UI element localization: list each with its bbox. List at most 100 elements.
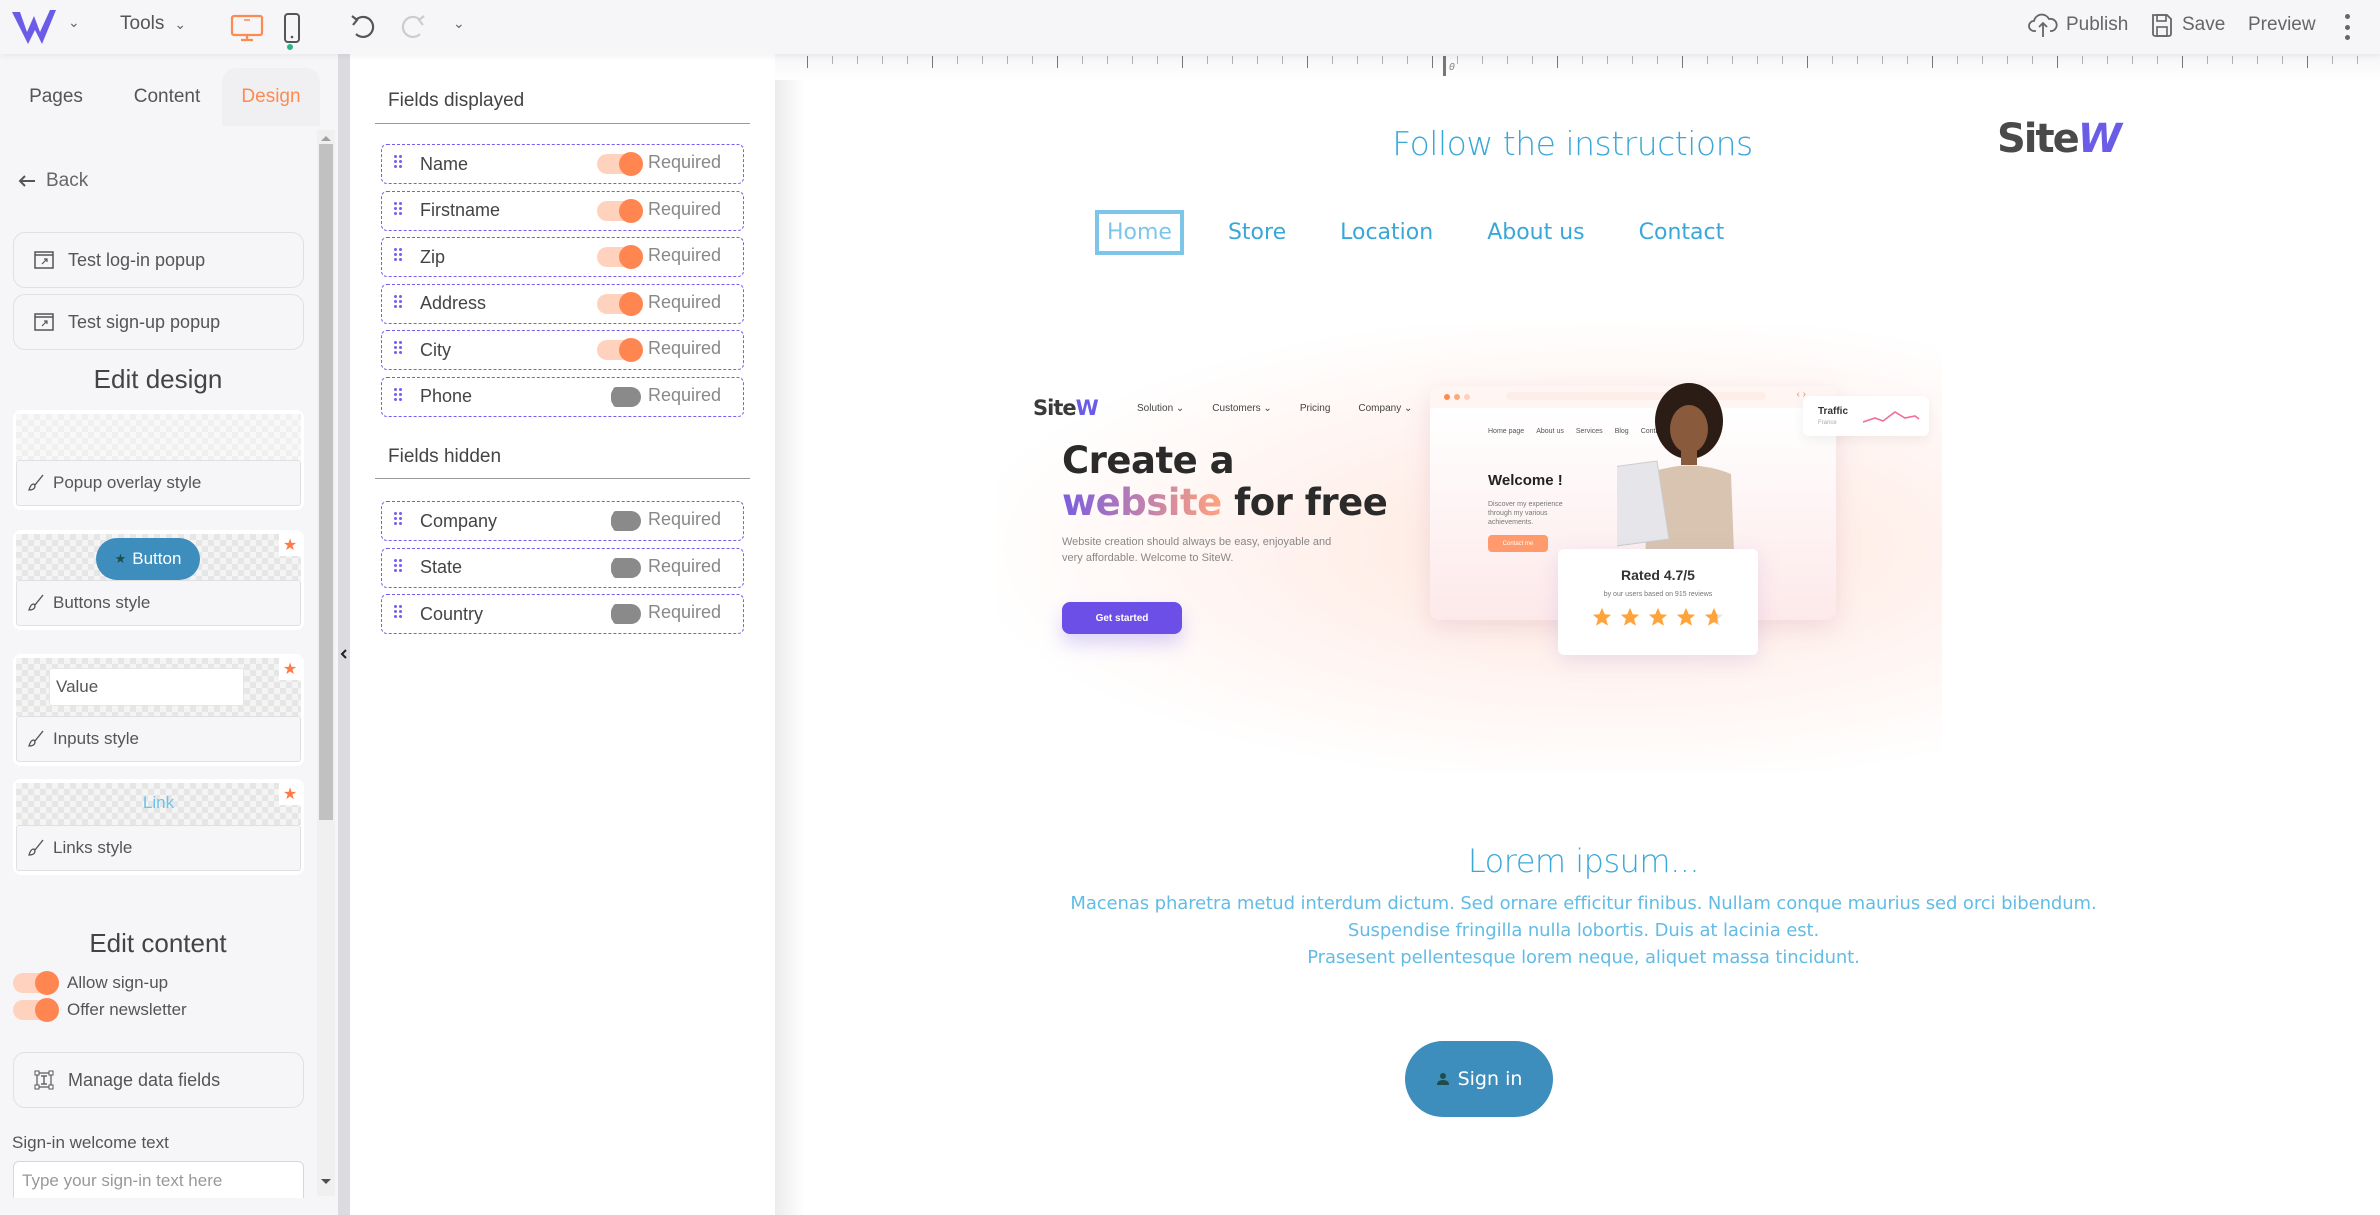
test-signup-popup-button[interactable]: Test sign-up popup: [13, 294, 304, 350]
preview-button[interactable]: Preview: [2248, 14, 2316, 36]
required-toggle[interactable]: [597, 511, 643, 531]
signin-welcome-input[interactable]: [13, 1161, 304, 1198]
link-preview[interactable]: Link: [16, 793, 301, 813]
buttons-style-button[interactable]: Buttons style: [16, 580, 301, 626]
button-preview[interactable]: ★ Button: [96, 538, 200, 580]
offer-newsletter-toggle[interactable]: [13, 998, 59, 1022]
ruler-tick: [1907, 56, 1908, 64]
tab-content[interactable]: Content: [112, 68, 222, 126]
ruler-tick: [907, 56, 908, 64]
desktop-view-icon[interactable]: [230, 14, 264, 42]
field-item-city[interactable]: City Required: [381, 330, 744, 370]
field-item-company[interactable]: Company Required: [381, 501, 744, 541]
drag-handle-icon[interactable]: [394, 558, 402, 573]
lorem-paragraph[interactable]: Macenas pharetra metud interdum dictum. …: [775, 890, 2380, 971]
required-toggle[interactable]: [597, 245, 643, 269]
required-toggle[interactable]: [597, 338, 643, 362]
favorite-star-icon[interactable]: ★: [279, 658, 301, 680]
tab-design[interactable]: Design: [222, 68, 320, 126]
edit-design-heading: Edit design: [93, 364, 223, 394]
divider: [375, 478, 750, 479]
field-item-name[interactable]: Name Required: [381, 144, 744, 184]
test-login-popup-button[interactable]: Test log-in popup: [13, 232, 304, 288]
lorem-heading[interactable]: Lorem ipsum...: [775, 842, 2380, 880]
nav-about-us[interactable]: About us: [1477, 212, 1594, 253]
required-toggle[interactable]: [597, 557, 643, 578]
publish-label: Publish: [2066, 14, 2129, 35]
drag-handle-icon[interactable]: [394, 341, 402, 355]
drag-handle-icon[interactable]: [394, 387, 402, 402]
drag-handle-icon[interactable]: [394, 294, 402, 309]
popup-overlay-style-button[interactable]: Popup overlay style: [16, 460, 301, 506]
allow-signup-toggle[interactable]: [13, 971, 59, 995]
button-preview-area: ★ Button ★: [16, 534, 301, 580]
offer-newsletter-label: Offer newsletter: [67, 1000, 187, 1019]
ruler-tick: [1157, 56, 1158, 64]
panel-collapse-bar[interactable]: [338, 54, 350, 1215]
browser-nav-item: About us: [1536, 428, 1564, 435]
favorite-star-icon[interactable]: ★: [279, 534, 301, 556]
tools-menu[interactable]: Tools ⌄: [120, 13, 186, 35]
more-options-icon[interactable]: [2342, 12, 2352, 42]
left-panel-scrollbar[interactable]: [317, 130, 335, 1196]
required-toggle[interactable]: [597, 604, 643, 624]
required-toggle[interactable]: [597, 291, 643, 316]
nav-store[interactable]: Store: [1218, 212, 1296, 253]
history-menu-chevron-icon[interactable]: ⌄: [453, 15, 465, 32]
hero-logo-text: Site: [1033, 396, 1077, 420]
sign-in-button[interactable]: Sign in: [1405, 1041, 1553, 1117]
hero-image[interactable]: SiteW Solution ⌄ Customers ⌄ Pricing Com…: [997, 324, 1942, 774]
required-toggle[interactable]: [597, 386, 643, 407]
field-item-firstname[interactable]: Firstname Required: [381, 190, 744, 231]
back-button[interactable]: Back: [18, 170, 88, 192]
logo-menu-chevron-icon[interactable]: ⌄: [68, 14, 80, 31]
scroll-down-arrow-icon[interactable]: [321, 1179, 331, 1184]
links-style-button[interactable]: Links style: [16, 825, 301, 871]
nav-home[interactable]: Home: [1095, 210, 1184, 255]
drag-handle-icon[interactable]: [394, 155, 402, 169]
ruler-tick: [1982, 56, 1983, 64]
ruler-tick: [2257, 56, 2258, 64]
mobile-view-icon[interactable]: [282, 13, 302, 43]
star-icon: [1648, 607, 1668, 626]
rating-subtitle: by our users based on 915 reviews: [1603, 591, 1713, 598]
ruler-tick: [1032, 56, 1033, 64]
favorite-star-icon[interactable]: ★: [279, 783, 301, 805]
field-item-zip[interactable]: Zip Required: [381, 237, 744, 277]
back-label: Back: [46, 170, 89, 191]
nav-location[interactable]: Location: [1330, 212, 1443, 253]
field-item-phone[interactable]: Phone Required: [381, 376, 744, 417]
browser-desc: Discover my experience through my variou…: [1488, 501, 1563, 526]
field-item-address[interactable]: Address Required: [381, 283, 744, 324]
drag-handle-icon[interactable]: [394, 248, 402, 262]
undo-icon[interactable]: [348, 12, 378, 42]
drag-handle-icon[interactable]: [394, 201, 402, 216]
field-item-country[interactable]: Country Required: [381, 594, 744, 634]
required-label: Required: [648, 555, 722, 576]
collapse-panel-chevron-icon[interactable]: [339, 647, 349, 661]
manage-data-fields-button[interactable]: Manage data fields: [13, 1052, 304, 1108]
drag-handle-icon[interactable]: [394, 512, 402, 526]
sitew-logo-icon[interactable]: [12, 10, 58, 44]
tab-pages[interactable]: Pages: [0, 68, 112, 126]
nav-contact[interactable]: Contact: [1629, 212, 1735, 253]
ruler-tick: [1282, 56, 1283, 64]
redo-icon[interactable]: [398, 12, 428, 42]
hero-logo-w: W: [1075, 396, 1099, 420]
page-canvas[interactable]: 0 Follow the instructions SiteW Home Sto…: [775, 54, 2380, 1215]
input-preview[interactable]: Value: [49, 668, 244, 706]
save-button[interactable]: Save: [2150, 12, 2225, 38]
drag-handle-icon[interactable]: [394, 605, 402, 619]
required-toggle[interactable]: [597, 198, 643, 223]
site-logo[interactable]: SiteW: [1997, 116, 2122, 162]
inputs-style-button[interactable]: Inputs style: [16, 716, 301, 762]
logo-text: Site: [1997, 116, 2080, 162]
site-title[interactable]: Follow the instructions: [775, 124, 2380, 163]
lorem-line: Macenas pharetra metud interdum dictum. …: [1070, 893, 2097, 914]
scrollbar-thumb[interactable]: [319, 144, 333, 820]
publish-button[interactable]: Publish: [2028, 12, 2128, 38]
required-toggle[interactable]: [597, 152, 643, 176]
field-item-state[interactable]: State Required: [381, 547, 744, 588]
scroll-up-arrow-icon[interactable]: [321, 136, 331, 141]
paintbrush-icon: [28, 730, 44, 747]
